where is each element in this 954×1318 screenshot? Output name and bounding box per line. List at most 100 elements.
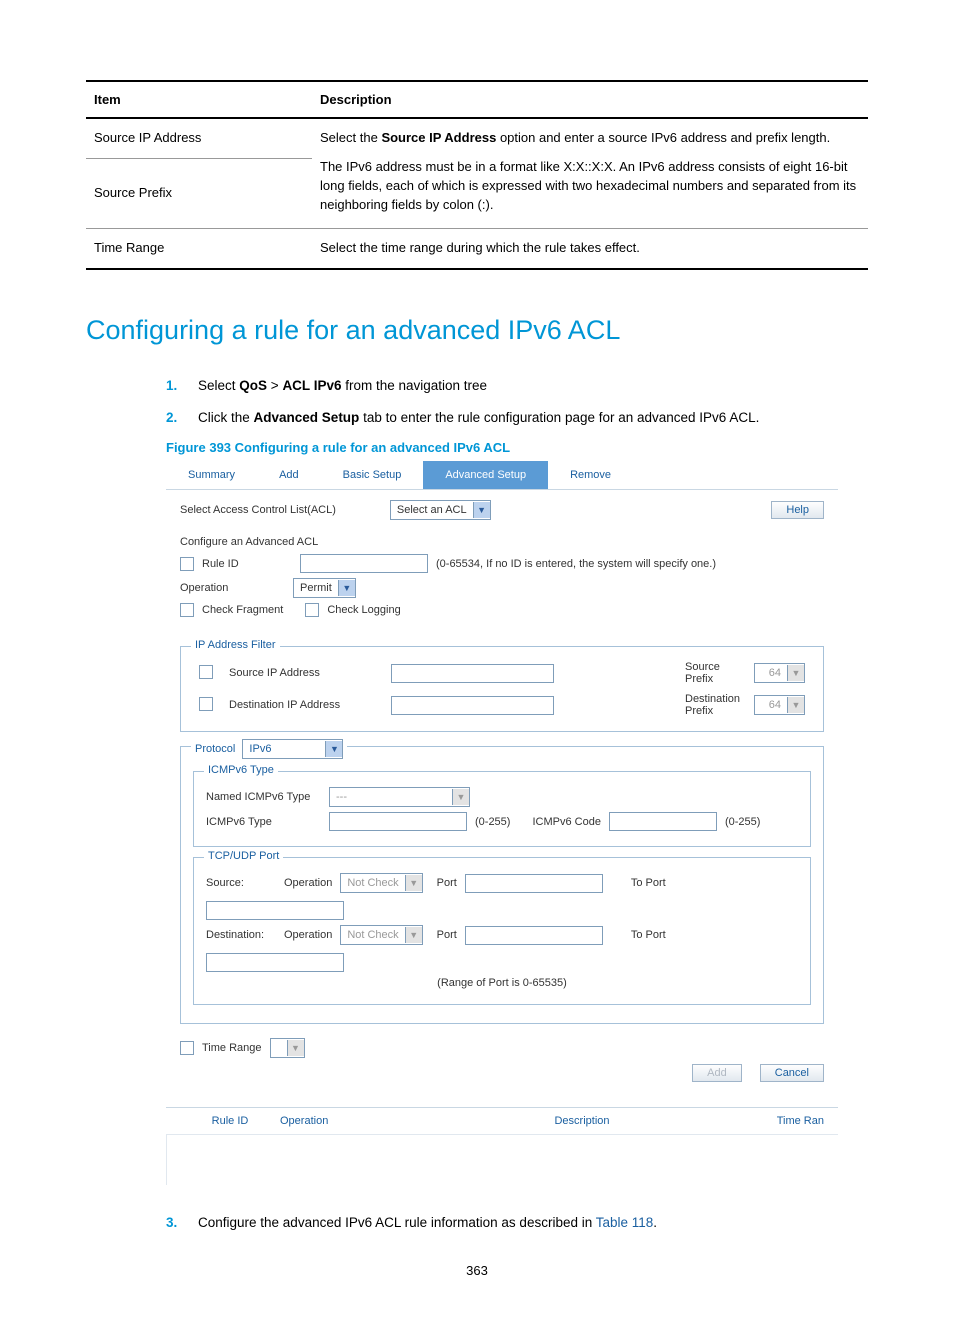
chevron-down-icon: ▼ bbox=[473, 502, 490, 518]
dest-port-input[interactable] bbox=[465, 926, 603, 945]
tab-summary[interactable]: Summary bbox=[166, 461, 257, 489]
dest-operation-dropdown[interactable]: Not Check▼ bbox=[340, 925, 422, 945]
page-title: Configuring a rule for an advanced IPv6 … bbox=[86, 315, 868, 346]
destination-ip-checkbox[interactable] bbox=[199, 697, 213, 711]
ui-screenshot: Summary Add Basic Setup Advanced Setup R… bbox=[166, 461, 838, 1185]
destination-prefix-dropdown[interactable]: 64▼ bbox=[754, 695, 805, 715]
td-item: Source Prefix bbox=[86, 158, 312, 228]
step-text: Select QoS > ACL IPv6 from the navigatio… bbox=[198, 376, 487, 396]
tab-add[interactable]: Add bbox=[257, 461, 321, 489]
results-table: Rule ID Operation Description Time Ran bbox=[166, 1107, 838, 1135]
protocol-group: Protocol IPv6 ▼ ICMPv6 Type Named ICMPv6… bbox=[180, 746, 824, 1024]
help-button[interactable]: Help bbox=[771, 501, 824, 519]
fieldset-legend: Protocol IPv6 ▼ bbox=[191, 739, 347, 759]
port-range-hint: (Range of Port is 0-65535) bbox=[437, 977, 567, 989]
destination-ip-input[interactable] bbox=[391, 696, 554, 715]
icmpv6-code-input[interactable] bbox=[609, 812, 717, 831]
icmpv6-code-range: (0-255) bbox=[725, 816, 760, 828]
step-number: 1. bbox=[166, 376, 198, 396]
chevron-down-icon: ▼ bbox=[787, 697, 804, 713]
source-ip-label: Source IP Address bbox=[229, 667, 320, 679]
source-ip-checkbox[interactable] bbox=[199, 665, 213, 679]
icmpv6-type-input[interactable] bbox=[329, 812, 467, 831]
page-number: 363 bbox=[86, 1263, 868, 1278]
chevron-down-icon: ▼ bbox=[452, 789, 469, 805]
td-item: Source IP Address bbox=[86, 118, 312, 158]
description-table: Item Description Source IP Address Selec… bbox=[86, 80, 868, 270]
ip-address-filter-group: IP Address Filter Source IP Address Sour… bbox=[180, 646, 824, 732]
port-label: Port bbox=[437, 877, 457, 889]
time-range-dropdown[interactable]: ▼ bbox=[270, 1038, 305, 1058]
icmpv6-group: ICMPv6 Type Named ICMPv6 Type ---▼ ICMPv… bbox=[193, 771, 811, 847]
chevron-down-icon: ▼ bbox=[787, 665, 804, 681]
th-item: Item bbox=[86, 81, 312, 118]
chevron-down-icon: ▼ bbox=[338, 580, 355, 596]
chevron-down-icon: ▼ bbox=[405, 927, 422, 943]
tcp-operation-label: Operation bbox=[284, 929, 332, 941]
table-link[interactable]: Table 118 bbox=[596, 1215, 654, 1230]
check-fragment-label: Check Fragment bbox=[202, 604, 283, 616]
time-range-label: Time Range bbox=[202, 1042, 262, 1054]
fieldset-legend: IP Address Filter bbox=[191, 639, 280, 651]
protocol-dropdown[interactable]: IPv6 ▼ bbox=[242, 739, 343, 759]
step-number: 3. bbox=[166, 1213, 198, 1233]
fieldset-legend: ICMPv6 Type bbox=[204, 764, 278, 776]
select-acl-dropdown[interactable]: Select an ACL ▼ bbox=[390, 500, 491, 520]
port-label: Port bbox=[437, 929, 457, 941]
chevron-down-icon: ▼ bbox=[405, 875, 422, 891]
source-to-port-input[interactable] bbox=[206, 901, 344, 920]
fieldset-legend: TCP/UDP Port bbox=[204, 850, 283, 862]
icmpv6-type-range: (0-255) bbox=[475, 816, 510, 828]
tab-advanced-setup[interactable]: Advanced Setup bbox=[423, 461, 548, 489]
icmpv6-type-label: ICMPv6 Type bbox=[206, 816, 321, 828]
step-number: 2. bbox=[166, 408, 198, 428]
check-logging-checkbox[interactable] bbox=[305, 603, 319, 617]
destination-prefix-label: Destination Prefix bbox=[685, 693, 740, 717]
add-button[interactable]: Add bbox=[692, 1064, 742, 1082]
to-port-label: To Port bbox=[631, 929, 666, 941]
rule-id-hint: (0-65534, If no ID is entered, the syste… bbox=[436, 558, 716, 570]
select-acl-label: Select Access Control List(ACL) bbox=[180, 504, 336, 516]
figure-caption: Figure 393 Configuring a rule for an adv… bbox=[166, 440, 838, 455]
source-operation-dropdown[interactable]: Not Check▼ bbox=[340, 873, 422, 893]
named-icmpv6-dropdown[interactable]: ---▼ bbox=[329, 787, 470, 807]
step-text: Configure the advanced IPv6 ACL rule inf… bbox=[198, 1213, 657, 1233]
td-desc: The IPv6 address must be in a format lik… bbox=[320, 158, 860, 215]
col-description: Description bbox=[400, 1115, 764, 1127]
tcp-udp-group: TCP/UDP Port Source: Operation Not Check… bbox=[193, 857, 811, 1005]
rule-id-checkbox[interactable] bbox=[180, 557, 194, 571]
dest-to-port-input[interactable] bbox=[206, 953, 344, 972]
step-text: Click the Advanced Setup tab to enter th… bbox=[198, 408, 759, 428]
tcp-operation-label: Operation bbox=[284, 877, 332, 889]
chevron-down-icon: ▼ bbox=[287, 1040, 304, 1056]
rule-id-input[interactable] bbox=[300, 554, 428, 573]
source-ip-input[interactable] bbox=[391, 664, 554, 683]
source-prefix-dropdown[interactable]: 64▼ bbox=[754, 663, 805, 683]
col-rule-id: Rule ID bbox=[180, 1115, 280, 1127]
chevron-down-icon: ▼ bbox=[325, 741, 342, 757]
tab-bar: Summary Add Basic Setup Advanced Setup R… bbox=[166, 461, 838, 490]
check-fragment-checkbox[interactable] bbox=[180, 603, 194, 617]
operation-label: Operation bbox=[180, 582, 285, 594]
th-desc: Description bbox=[312, 81, 868, 118]
td-desc: Select the Source IP Address option and … bbox=[320, 129, 860, 148]
time-range-checkbox[interactable] bbox=[180, 1041, 194, 1055]
td-item: Time Range bbox=[86, 228, 312, 268]
named-icmpv6-label: Named ICMPv6 Type bbox=[206, 791, 321, 803]
col-time-range: Time Ran bbox=[764, 1115, 824, 1127]
check-logging-label: Check Logging bbox=[327, 604, 400, 616]
icmpv6-code-label: ICMPv6 Code bbox=[532, 816, 600, 828]
source-port-input[interactable] bbox=[465, 874, 603, 893]
rule-id-label: Rule ID bbox=[202, 558, 292, 570]
cancel-button[interactable]: Cancel bbox=[760, 1064, 824, 1082]
tcp-dest-label: Destination: bbox=[206, 929, 276, 941]
tab-basic-setup[interactable]: Basic Setup bbox=[321, 461, 424, 489]
tcp-source-label: Source: bbox=[206, 877, 276, 889]
td-desc: Select the time range during which the r… bbox=[312, 228, 868, 268]
col-operation: Operation bbox=[280, 1115, 400, 1127]
tab-remove[interactable]: Remove bbox=[548, 461, 633, 489]
destination-ip-label: Destination IP Address bbox=[229, 699, 340, 711]
to-port-label: To Port bbox=[631, 877, 666, 889]
section-title: Configure an Advanced ACL bbox=[180, 536, 824, 548]
operation-dropdown[interactable]: Permit ▼ bbox=[293, 578, 356, 598]
